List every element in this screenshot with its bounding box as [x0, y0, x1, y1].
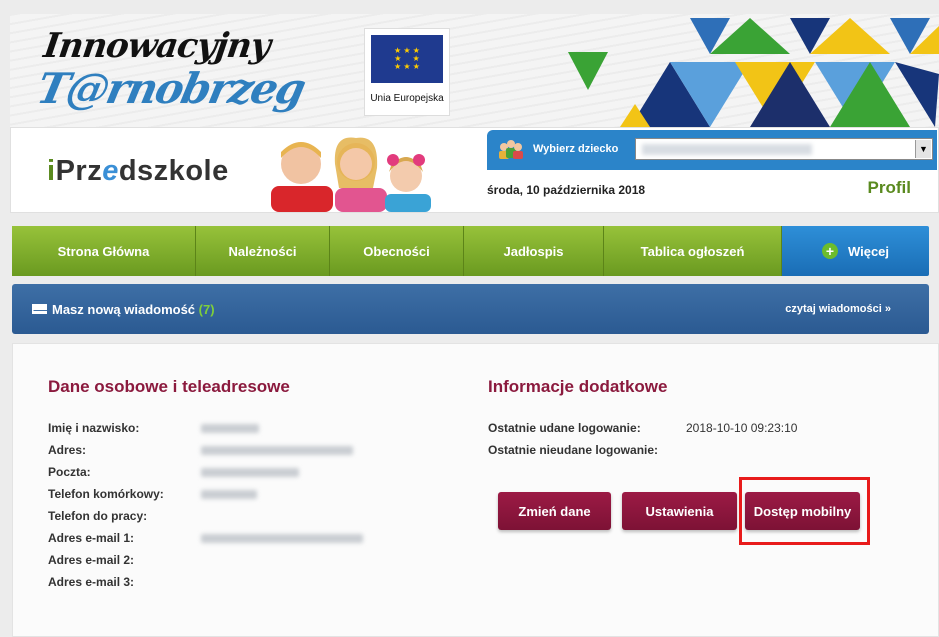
nav-more-label: Więcej: [847, 243, 890, 259]
field-label-email-2: Adres e-mail 2:: [48, 553, 135, 567]
main-nav: Strona Główna Należności Obecności Jadło…: [12, 226, 929, 276]
iprzedszkole-logo[interactable]: iPrzedszkole: [47, 155, 229, 188]
logo-line-2: T@rnobrzeg: [32, 64, 309, 113]
profile-link[interactable]: Profil: [868, 178, 911, 198]
blurred-post-value: [201, 468, 299, 477]
logo-line-1: Innowacyjny: [41, 26, 273, 66]
plus-icon: +: [821, 243, 838, 259]
nav-item-payments[interactable]: Należności: [196, 226, 330, 276]
innowacyjny-tarnobrzeg-logo: Innowacyjny T@rnobrzeg: [33, 26, 309, 121]
field-label-mobile: Telefon komórkowy:: [48, 487, 164, 501]
field-label-email-1: Adres e-mail 1:: [48, 531, 135, 545]
field-label-address: Adres:: [48, 443, 87, 457]
blurred-name-value: [201, 424, 259, 433]
nav-item-home[interactable]: Strona Główna: [12, 226, 196, 276]
nav-item-attendance[interactable]: Obecności: [330, 226, 464, 276]
eu-label: Unia Europejska: [370, 93, 444, 104]
page: Innowacyjny T@rnobrzeg ★ ★ ★ ★ ★ ★ ★ ★ Uni…: [0, 0, 939, 637]
field-label-name: Imię i nazwisko:: [48, 421, 140, 435]
current-date: środa, 10 października 2018: [487, 183, 646, 197]
envelope-icon: [32, 304, 47, 314]
child-select-label: Wybierz dziecko: [533, 143, 619, 155]
dropdown-arrow-icon[interactable]: ▼: [915, 140, 931, 158]
additional-info-title: Informacje dodatkowe: [488, 377, 668, 396]
settings-button[interactable]: Ustawienia: [622, 492, 737, 530]
field-label-email-3: Adres e-mail 3:: [48, 575, 135, 589]
read-messages-link[interactable]: czytaj wiadomości »: [785, 303, 891, 315]
blurred-email-value: [201, 534, 363, 543]
field-label-work-phone: Telefon do pracy:: [48, 509, 148, 523]
message-count: (7): [198, 302, 215, 317]
eu-logo: ★ ★ ★ ★ ★ ★ ★ ★ Unia Europejska: [364, 28, 450, 116]
highlight-box: [739, 477, 870, 545]
new-message-notice[interactable]: Masz nową wiadomość (7): [52, 302, 215, 317]
child-select-dropdown[interactable]: ▼: [635, 138, 933, 160]
last-login-failed-label: Ostatnie nieudane logowanie:: [488, 443, 659, 457]
change-data-button[interactable]: Zmień dane: [498, 492, 611, 530]
last-login-success-value: 2018-10-10 09:23:10: [686, 421, 798, 435]
children-group-icon: [499, 140, 523, 159]
nav-item-noticeboard[interactable]: Tablica ogłoszeń: [604, 226, 782, 276]
header: iPrzedszkole Wybierz dziecko ▼ środa, 10…: [10, 127, 939, 213]
eu-flag-icon: ★ ★ ★ ★ ★ ★ ★ ★: [371, 35, 443, 83]
personal-data-title: Dane osobowe i teleadresowe: [48, 377, 290, 396]
message-bar: Masz nową wiadomość (7) czytaj wiadomośc…: [12, 284, 929, 334]
top-banner: Innowacyjny T@rnobrzeg ★ ★ ★ ★ ★ ★ ★ ★ Uni…: [10, 14, 939, 127]
nav-item-more[interactable]: + Więcej: [782, 226, 929, 276]
child-selector-bar: Wybierz dziecko ▼: [487, 130, 937, 170]
blurred-mobile-value: [201, 490, 257, 499]
blurred-address-value: [201, 446, 353, 455]
blurred-child-name: [642, 144, 812, 155]
content-panel: Dane osobowe i teleadresowe Imię i nazwi…: [12, 343, 939, 637]
children-image: [271, 137, 431, 212]
last-login-success-label: Ostatnie udane logowanie:: [488, 421, 641, 435]
field-label-post: Poczta:: [48, 465, 91, 479]
triangles-decoration: [568, 18, 939, 127]
nav-item-menu[interactable]: Jadłospis: [464, 226, 604, 276]
